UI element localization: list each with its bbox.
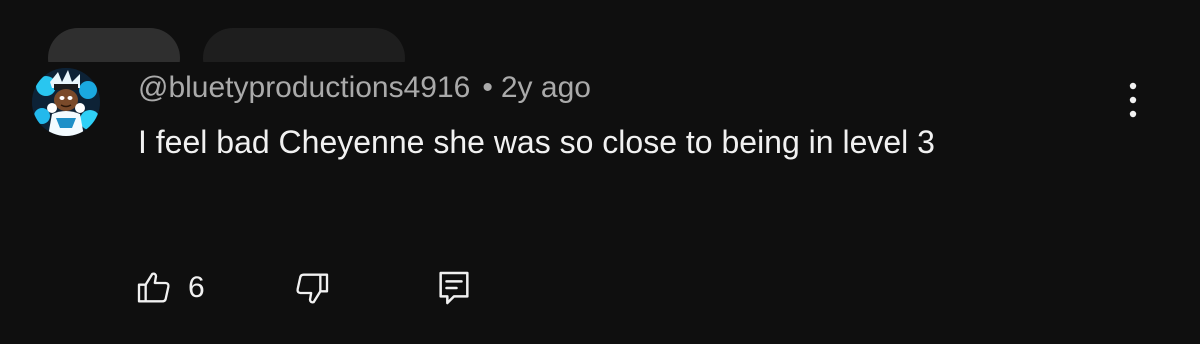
avatar[interactable] (32, 68, 100, 136)
filter-chip[interactable] (203, 28, 405, 62)
reply-button[interactable] (434, 264, 474, 312)
chip-strip (0, 0, 1200, 62)
thumbs-down-icon (296, 273, 329, 304)
comment-actions: 6 (134, 264, 494, 312)
thumbs-up-icon (137, 272, 170, 303)
filter-chip[interactable] (48, 28, 180, 62)
cartoon-character-avatar (32, 68, 100, 136)
more-vert-icon (1129, 82, 1137, 118)
comment-header: @bluetyproductions4916 • 2y ago (138, 70, 591, 106)
dislike-button[interactable] (292, 264, 332, 312)
comment-age[interactable]: 2y ago (501, 71, 591, 104)
like-button[interactable]: 6 (134, 264, 205, 312)
reply-comment-icon (439, 271, 469, 305)
more-options-button[interactable] (1116, 78, 1150, 122)
comment-text: I feel bad Cheyenne she was so close to … (138, 124, 935, 160)
author-handle[interactable]: @bluetyproductions4916 (138, 71, 470, 104)
separator-dot: • (482, 71, 493, 104)
like-count: 6 (188, 271, 205, 304)
comment-thread: @bluetyproductions4916 • 2y ago I feel bad… (0, 62, 1200, 344)
